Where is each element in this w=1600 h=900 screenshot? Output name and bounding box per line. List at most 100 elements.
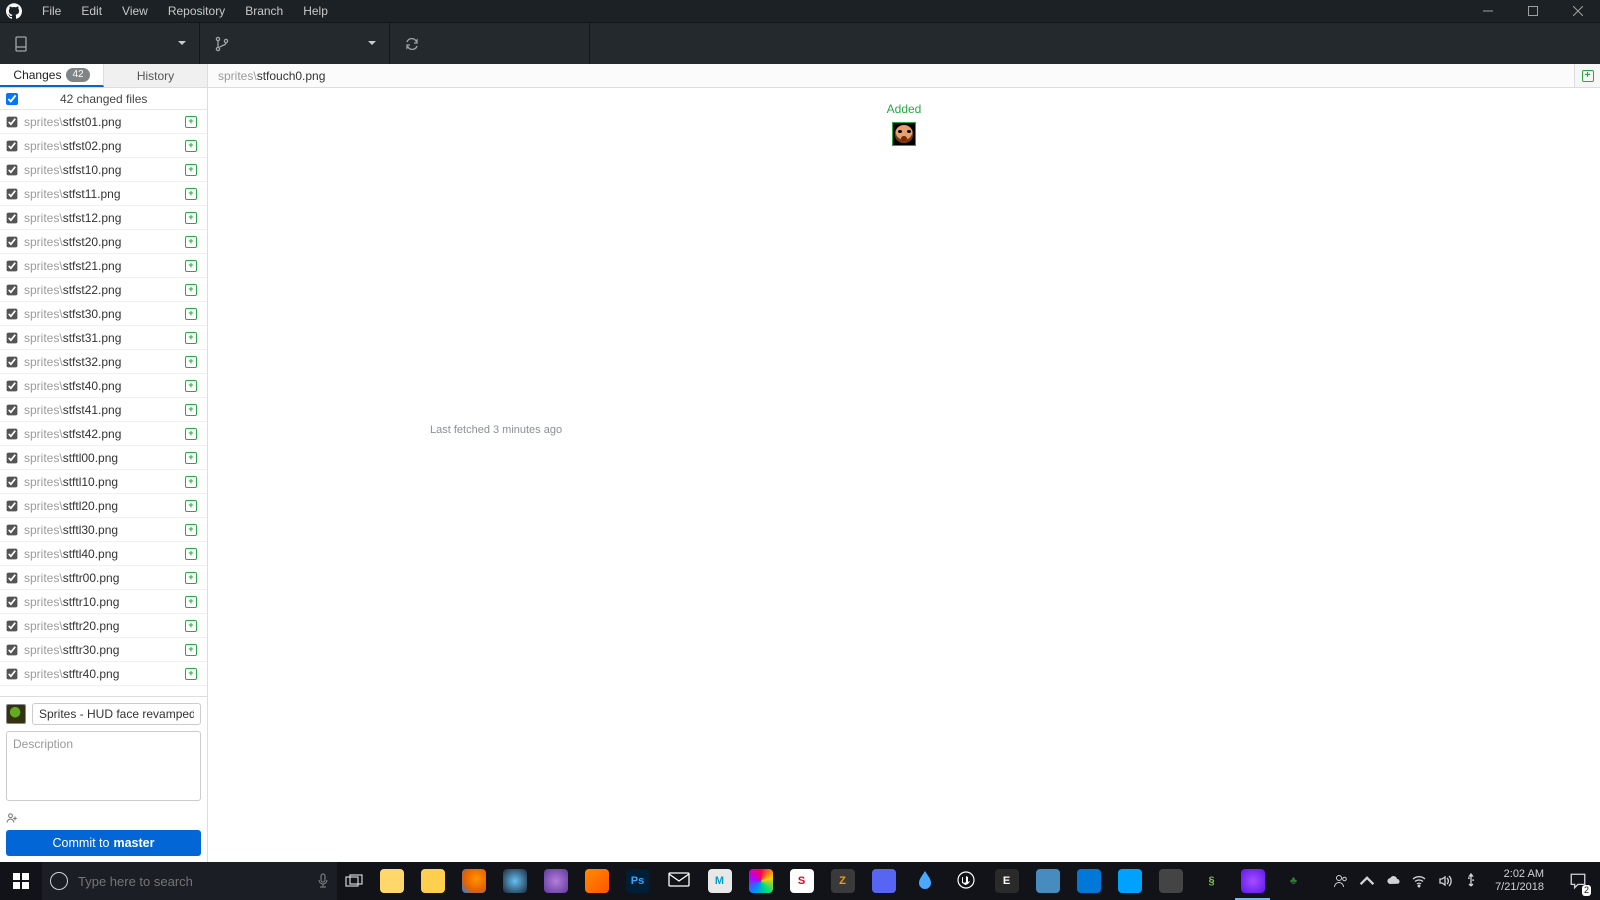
menu-repository[interactable]: Repository: [158, 0, 235, 22]
tray-chevron-up-icon[interactable]: [1359, 873, 1375, 889]
file-row[interactable]: sprites\stftr30.png+: [0, 638, 207, 662]
file-checkbox[interactable]: [7, 308, 18, 319]
taskbar-app-app-tree[interactable]: ♣: [1273, 862, 1314, 900]
taskbar-app-epic[interactable]: E: [986, 862, 1027, 900]
repo-selector[interactable]: Current repository freedoom: [0, 23, 200, 64]
mic-icon[interactable]: [309, 873, 337, 889]
taskbar-app-maya[interactable]: M: [699, 862, 740, 900]
file-dir: sprites\: [24, 619, 63, 633]
taskbar-app-mail[interactable]: [658, 862, 699, 900]
taskbar-app-app-purple[interactable]: [535, 862, 576, 900]
commit-summary-input[interactable]: [32, 703, 201, 725]
commit-box: Commit to master: [0, 696, 207, 862]
taskbar-search[interactable]: [42, 862, 337, 900]
taskbar-app-steam[interactable]: [494, 862, 535, 900]
taskbar-search-input[interactable]: [78, 874, 299, 889]
file-checkbox[interactable]: [7, 236, 18, 247]
taskbar-app-gog[interactable]: [1232, 862, 1273, 900]
file-checkbox[interactable]: [7, 428, 18, 439]
minimize-button[interactable]: [1465, 0, 1510, 22]
app-blue-drop-icon: [917, 870, 933, 893]
file-checkbox[interactable]: [7, 620, 18, 631]
taskbar-pinned-apps: Ps M SZ E § ♣: [371, 862, 1314, 900]
file-checkbox[interactable]: [7, 332, 18, 343]
file-checkbox[interactable]: [7, 596, 18, 607]
taskbar-app-app-orange[interactable]: [576, 862, 617, 900]
start-button[interactable]: [0, 862, 42, 900]
taskbar-app-photoshop[interactable]: Ps: [617, 862, 658, 900]
file-row[interactable]: sprites\stftr00.png+: [0, 566, 207, 590]
added-icon: +: [185, 620, 197, 632]
added-icon: +: [185, 524, 197, 536]
file-row[interactable]: sprites\stftl40.png+: [0, 542, 207, 566]
wifi-icon[interactable]: [1411, 873, 1427, 889]
file-name: stftl00.png: [63, 451, 118, 465]
file-row[interactable]: sprites\stftl10.png+: [0, 470, 207, 494]
taskbar-app-firefox[interactable]: [453, 862, 494, 900]
file-name: stftl10.png: [63, 475, 118, 489]
app-tree-icon: ♣: [1282, 869, 1306, 893]
file-checkbox[interactable]: [7, 476, 18, 487]
file-checkbox[interactable]: [7, 212, 18, 223]
taskbar-app-discord[interactable]: [863, 862, 904, 900]
fetch-button[interactable]: Fetch origin Last fetched 3 minutes ago: [390, 23, 590, 64]
file-row[interactable]: sprites\stftl00.png+: [0, 446, 207, 470]
added-icon: +: [185, 212, 197, 224]
file-checkbox[interactable]: [7, 164, 18, 175]
file-checkbox[interactable]: [7, 572, 18, 583]
task-view-button[interactable]: [337, 862, 371, 900]
app-green-s-icon: §: [1200, 869, 1224, 893]
diff-preview-pane: Added: [208, 88, 1600, 862]
volume-icon[interactable]: [1437, 873, 1453, 889]
branch-selector[interactable]: Current branch master: [200, 23, 390, 64]
usb-icon[interactable]: [1463, 873, 1479, 889]
file-checkbox[interactable]: [7, 380, 18, 391]
maya-icon: M: [708, 869, 732, 893]
commit-description-input[interactable]: [6, 731, 201, 801]
file-checkbox[interactable]: [7, 140, 18, 151]
taskbar-app-app-screen[interactable]: [1068, 862, 1109, 900]
file-checkbox[interactable]: [7, 644, 18, 655]
taskbar-app-unreal[interactable]: [945, 862, 986, 900]
added-icon: +: [185, 428, 197, 440]
taskbar-app-app-green-s[interactable]: §: [1191, 862, 1232, 900]
people-icon[interactable]: [1333, 873, 1349, 889]
diff-add-indicator[interactable]: +: [1574, 64, 1600, 87]
select-all-checkbox[interactable]: [6, 93, 18, 105]
commit-button[interactable]: Commit to master: [6, 830, 201, 856]
added-icon: +: [185, 356, 197, 368]
file-checkbox[interactable]: [7, 188, 18, 199]
file-checkbox[interactable]: [7, 404, 18, 415]
taskbar-app-app-red-s[interactable]: S: [781, 862, 822, 900]
file-checkbox[interactable]: [7, 668, 18, 679]
taskbar-app-godot[interactable]: [1027, 862, 1068, 900]
taskbar-app-file-explorer[interactable]: [371, 862, 412, 900]
action-center-button[interactable]: 2: [1560, 862, 1596, 900]
file-row[interactable]: sprites\stftr10.png+: [0, 590, 207, 614]
taskbar-app-app-marker[interactable]: [1109, 862, 1150, 900]
file-checkbox[interactable]: [7, 116, 18, 127]
taskbar-app-zbrush[interactable]: Z: [822, 862, 863, 900]
file-row[interactable]: sprites\stftl20.png+: [0, 494, 207, 518]
add-coauthors-button[interactable]: [6, 812, 201, 824]
taskbar-app-app-blue-drop[interactable]: [904, 862, 945, 900]
onedrive-icon[interactable]: [1385, 873, 1401, 889]
file-checkbox[interactable]: [7, 500, 18, 511]
file-checkbox[interactable]: [7, 524, 18, 535]
file-checkbox[interactable]: [7, 260, 18, 271]
file-checkbox[interactable]: [7, 548, 18, 559]
file-row[interactable]: sprites\stftl30.png+: [0, 518, 207, 542]
sprite-preview-image: [892, 122, 916, 146]
taskbar-app-app-rainbow[interactable]: [740, 862, 781, 900]
file-checkbox[interactable]: [7, 452, 18, 463]
file-row[interactable]: sprites\stftr20.png+: [0, 614, 207, 638]
file-checkbox[interactable]: [7, 284, 18, 295]
close-button[interactable]: [1555, 0, 1600, 22]
taskbar-app-app-castle[interactable]: [1150, 862, 1191, 900]
maximize-button[interactable]: [1510, 0, 1555, 22]
taskbar-app-file-explorer-2[interactable]: [412, 862, 453, 900]
file-checkbox[interactable]: [7, 356, 18, 367]
file-path-bar: sprites\stfouch0.png: [208, 64, 1574, 87]
file-row[interactable]: sprites\stftr40.png+: [0, 662, 207, 686]
taskbar-clock[interactable]: 2:02 AM 7/21/2018: [1489, 868, 1550, 893]
